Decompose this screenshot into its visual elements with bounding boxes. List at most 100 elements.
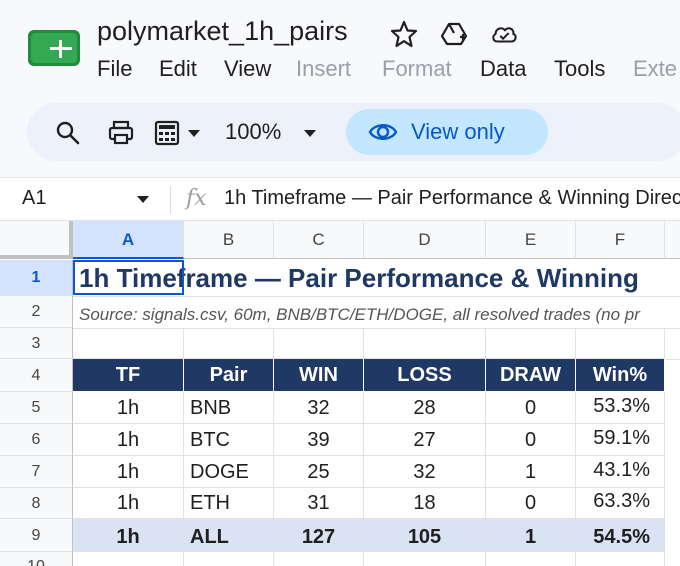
cloud-saved-icon[interactable] bbox=[490, 20, 518, 48]
table-cell[interactable]: BTC bbox=[184, 424, 274, 456]
zoom-chevron-down-icon[interactable] bbox=[303, 119, 317, 147]
row-header-9[interactable]: 9 bbox=[0, 519, 73, 552]
menu-data[interactable]: Data bbox=[480, 56, 526, 82]
row-header-4[interactable]: 4 bbox=[0, 359, 73, 392]
table-cell[interactable]: 31 bbox=[274, 488, 364, 519]
name-box-chevron-down-icon[interactable] bbox=[137, 196, 149, 204]
menu-file[interactable]: File bbox=[97, 56, 132, 82]
row-header-5[interactable]: 5 bbox=[0, 392, 73, 424]
toolbar: 100% View only bbox=[27, 103, 680, 161]
menu-extensions[interactable]: Exte bbox=[633, 56, 677, 82]
table-cell[interactable]: 25 bbox=[274, 456, 364, 488]
table-cell[interactable]: 28 bbox=[364, 392, 486, 424]
column-header-a[interactable]: A bbox=[73, 221, 184, 259]
total-cell[interactable]: 105 bbox=[364, 519, 486, 552]
row-header-2[interactable]: 2 bbox=[0, 296, 73, 328]
cell-f10[interactable] bbox=[576, 552, 665, 566]
menu-format[interactable]: Format bbox=[382, 56, 452, 82]
calculator-icon[interactable] bbox=[153, 119, 181, 147]
zoom-select[interactable]: 100% bbox=[225, 119, 281, 145]
document-title[interactable]: polymarket_1h_pairs bbox=[97, 16, 348, 47]
header-pair: Pair bbox=[184, 359, 274, 392]
table-cell[interactable]: 1h bbox=[73, 488, 184, 519]
total-cell[interactable]: 1 bbox=[486, 519, 576, 552]
header-loss: LOSS bbox=[364, 359, 486, 392]
table-cell[interactable]: 59.1% bbox=[576, 424, 665, 456]
table-cell[interactable]: 27 bbox=[364, 424, 486, 456]
table-cell[interactable]: 53.3% bbox=[576, 392, 665, 424]
menu-view[interactable]: View bbox=[224, 56, 271, 82]
menu-edit[interactable]: Edit bbox=[159, 56, 197, 82]
star-icon[interactable] bbox=[390, 20, 418, 48]
menu-insert[interactable]: Insert bbox=[296, 56, 351, 82]
menu-tools[interactable]: Tools bbox=[554, 56, 605, 82]
view-only-label: View only bbox=[411, 119, 505, 144]
view-only-button[interactable]: View only bbox=[346, 109, 548, 155]
row-header-6[interactable]: 6 bbox=[0, 424, 73, 456]
table-cell[interactable]: 0 bbox=[486, 424, 576, 456]
header-draw: DRAW bbox=[486, 359, 576, 392]
title-bar: polymarket_1h_pairs File Edit View Inser… bbox=[0, 0, 680, 100]
search-icon[interactable] bbox=[54, 119, 82, 147]
column-header-f[interactable]: F bbox=[576, 221, 665, 259]
column-header-e[interactable]: E bbox=[486, 221, 576, 259]
total-cell[interactable]: 127 bbox=[274, 519, 364, 552]
column-header-b[interactable]: B bbox=[184, 221, 274, 259]
spreadsheet-grid[interactable]: A B C D E F 1 2 3 4 5 6 7 8 9 10 1h Time… bbox=[0, 221, 680, 566]
table-cell[interactable]: 1h bbox=[73, 456, 184, 488]
column-header-c[interactable]: C bbox=[274, 221, 364, 259]
header-win: WIN bbox=[274, 359, 364, 392]
column-header-d[interactable]: D bbox=[364, 221, 486, 259]
cell-a10[interactable] bbox=[73, 552, 184, 566]
column-header-g[interactable] bbox=[665, 221, 680, 259]
divider bbox=[170, 186, 171, 214]
source-note: Source: signals.csv, 60m, BNB/BTC/ETH/DO… bbox=[79, 305, 640, 324]
cell-c10[interactable] bbox=[274, 552, 364, 566]
table-cell[interactable]: 39 bbox=[274, 424, 364, 456]
table-cell[interactable]: 32 bbox=[274, 392, 364, 424]
header-tf: TF bbox=[73, 359, 184, 392]
table-cell[interactable]: 1h bbox=[73, 424, 184, 456]
name-box[interactable]: A1 bbox=[22, 187, 46, 210]
selected-cell-outline[interactable] bbox=[73, 260, 184, 295]
total-cell[interactable]: 1h bbox=[73, 519, 184, 552]
table-cell[interactable]: 0 bbox=[486, 488, 576, 519]
cell-b3[interactable] bbox=[184, 328, 274, 359]
table-cell[interactable]: 0 bbox=[486, 392, 576, 424]
table-cell[interactable]: 43.1% bbox=[576, 456, 665, 488]
cell-a3[interactable] bbox=[73, 328, 184, 359]
formula-input[interactable]: 1h Timeframe — Pair Performance & Winnin… bbox=[224, 187, 680, 210]
row-header-8[interactable]: 8 bbox=[0, 488, 73, 519]
print-icon[interactable] bbox=[107, 119, 135, 147]
row-header-7[interactable]: 7 bbox=[0, 456, 73, 488]
gridline bbox=[73, 296, 680, 297]
cell-f3[interactable] bbox=[576, 328, 665, 359]
total-cell[interactable]: ALL bbox=[184, 519, 274, 552]
fx-icon: fx bbox=[186, 186, 207, 211]
header-win-pct: Win% bbox=[576, 359, 665, 392]
cell-b10[interactable] bbox=[184, 552, 274, 566]
eye-icon bbox=[368, 124, 398, 140]
table-cell[interactable]: DOGE bbox=[184, 456, 274, 488]
table-cell[interactable]: 18 bbox=[364, 488, 486, 519]
formula-bar: A1 fx 1h Timeframe — Pair Performance & … bbox=[0, 177, 680, 221]
cell-e10[interactable] bbox=[486, 552, 576, 566]
table-cell[interactable]: ETH bbox=[184, 488, 274, 519]
cell-c3[interactable] bbox=[274, 328, 364, 359]
cell-e3[interactable] bbox=[486, 328, 576, 359]
table-cell[interactable]: 63.3% bbox=[576, 488, 665, 519]
total-cell[interactable]: 54.5% bbox=[576, 519, 665, 552]
chevron-down-icon[interactable] bbox=[187, 119, 201, 147]
row-header-3[interactable]: 3 bbox=[0, 328, 73, 359]
move-to-drive-icon[interactable] bbox=[440, 20, 468, 48]
table-cell[interactable]: 1 bbox=[486, 456, 576, 488]
table-cell[interactable]: BNB bbox=[184, 392, 274, 424]
google-sheets-icon[interactable] bbox=[28, 30, 80, 66]
row-header-1[interactable]: 1 bbox=[0, 260, 73, 296]
table-cell[interactable]: 32 bbox=[364, 456, 486, 488]
cell-d3[interactable] bbox=[364, 328, 486, 359]
row-header-10[interactable]: 10 bbox=[0, 552, 73, 566]
table-cell[interactable]: 1h bbox=[73, 392, 184, 424]
select-all-corner[interactable] bbox=[0, 221, 73, 259]
cell-d10[interactable] bbox=[364, 552, 486, 566]
